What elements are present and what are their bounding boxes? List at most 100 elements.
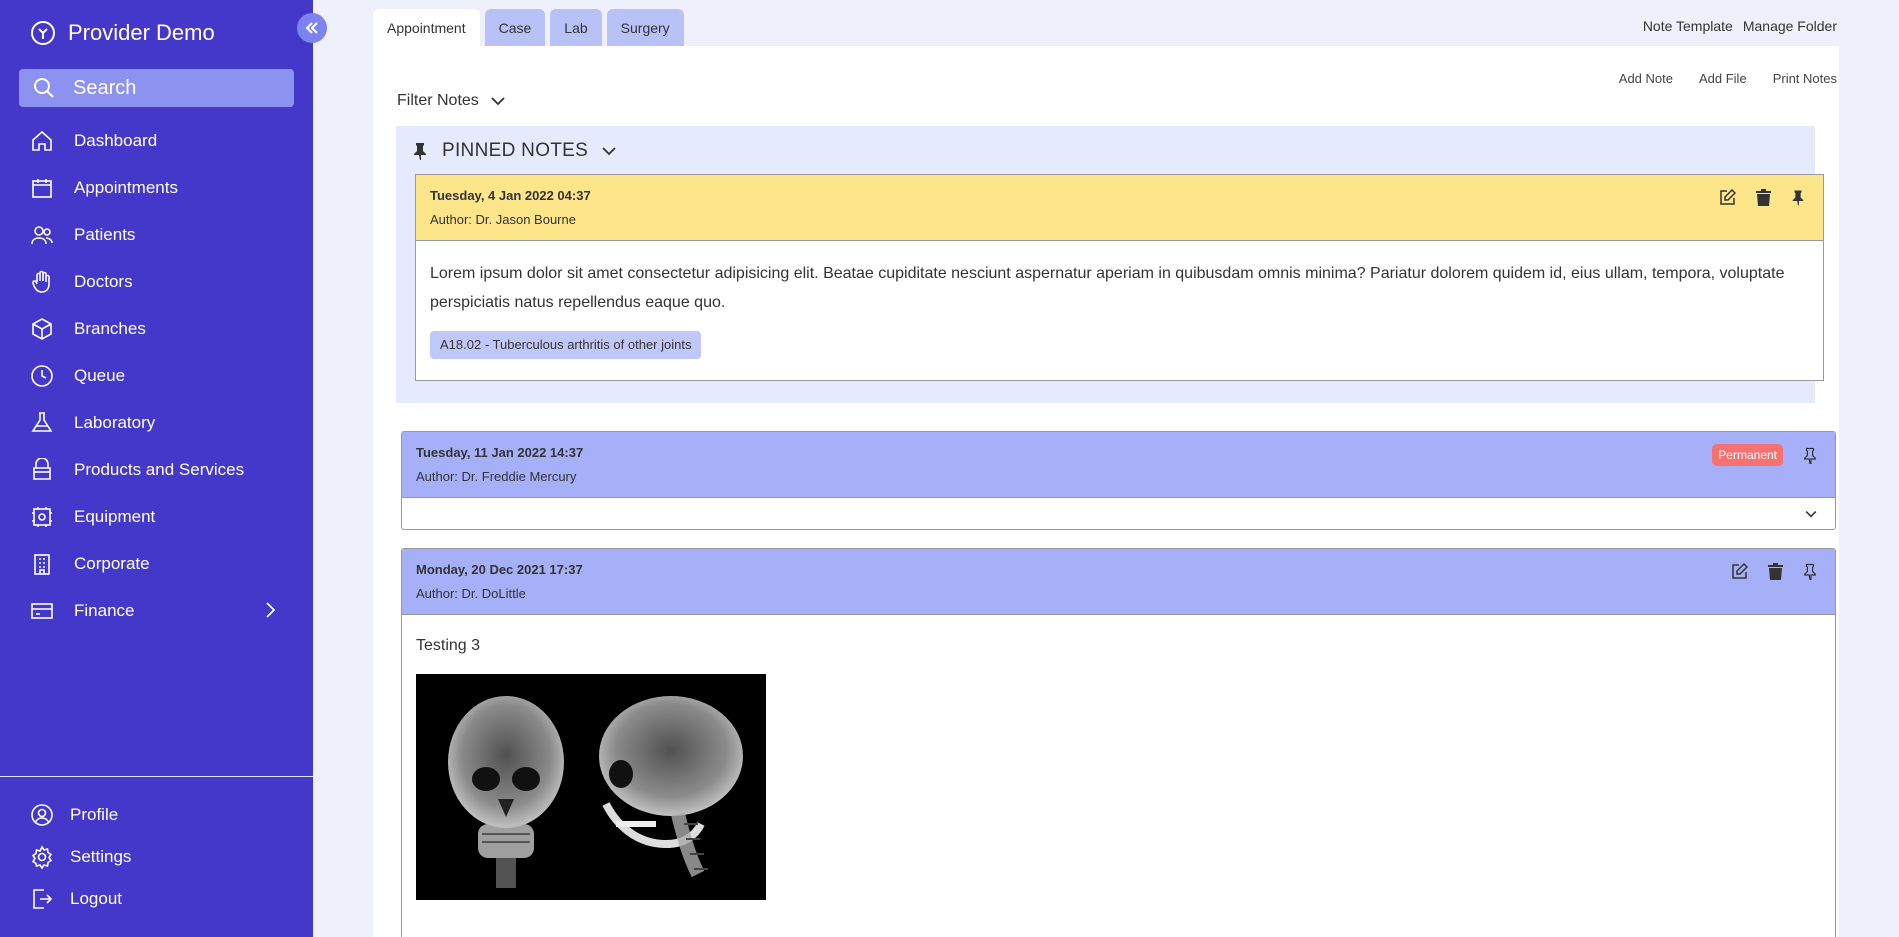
note-author: Author: Dr. Freddie Mercury	[416, 469, 577, 484]
diagnosis-tag: A18.02 - Tuberculous arthritis of other …	[430, 331, 702, 359]
pin-icon[interactable]	[1791, 189, 1805, 206]
hand-icon	[32, 270, 50, 293]
sidebar-item-logout[interactable]: Logout	[0, 878, 131, 920]
sidebar-item-queue[interactable]: Queue	[0, 352, 313, 399]
sidebar-item-doctors[interactable]: Doctors	[0, 258, 313, 305]
filter-notes-label: Filter Notes	[397, 92, 479, 109]
note-text: Testing 3	[416, 637, 481, 654]
pinned-notes-header[interactable]: PINNED NOTES	[412, 140, 616, 162]
sidebar-item-label: Logout	[70, 889, 122, 908]
edit-icon[interactable]	[1731, 563, 1748, 580]
print-notes-button[interactable]: Print Notes	[1773, 71, 1837, 86]
sidebar-item-patients[interactable]: Patients	[0, 211, 313, 258]
note-text: Lorem ipsum dolor sit amet consectetur a…	[430, 265, 1785, 311]
note-card: Tuesday, 11 Jan 2022 14:37 Author: Dr. F…	[401, 431, 1836, 530]
sidebar-item-label: Equipment	[74, 506, 156, 526]
sidebar-item-label: Dashboard	[74, 130, 158, 150]
gear-icon	[31, 845, 53, 869]
sidebar-item-profile[interactable]: Profile	[0, 794, 131, 836]
tab-surgery[interactable]: Surgery	[606, 9, 684, 46]
search-placeholder: Search	[73, 76, 137, 99]
sidebar-item-label: Products and Services	[74, 459, 245, 479]
note-tabs: Appointment Case Lab Surgery	[373, 9, 684, 46]
home-icon	[32, 130, 52, 151]
sidebar-bottom-nav: Profile Settings Logout	[0, 794, 131, 920]
note-icon-group	[1719, 189, 1805, 206]
chevron-down-icon	[1805, 511, 1817, 518]
flask-icon	[31, 411, 53, 432]
tab-case[interactable]: Case	[484, 9, 546, 46]
note-date: Tuesday, 4 Jan 2022 04:37	[430, 188, 591, 203]
logo-icon	[31, 21, 55, 45]
sidebar-item-equipment[interactable]: Equipment	[0, 493, 313, 540]
note-icon-group	[1731, 563, 1817, 580]
sidebar-item-label: Branches	[74, 318, 146, 338]
sidebar-item-dashboard[interactable]: Dashboard	[0, 117, 313, 164]
sidebar-item-label: Patients	[74, 224, 136, 244]
expand-note-button[interactable]	[1805, 505, 1817, 523]
note-author: Author: Dr. DoLittle	[416, 586, 526, 601]
permanent-badge: Permanent	[1712, 444, 1783, 466]
box-icon	[33, 457, 51, 480]
note-date: Monday, 20 Dec 2021 17:37	[416, 562, 583, 577]
pin-outline-icon[interactable]	[1803, 563, 1817, 580]
trash-icon[interactable]	[1756, 189, 1771, 206]
manage-folder-link[interactable]: Manage Folder	[1743, 18, 1837, 34]
sidebar-item-label: Settings	[70, 847, 132, 866]
user-circle-icon	[31, 804, 53, 826]
note-author: Author: Dr. Jason Bourne	[430, 212, 576, 227]
pinned-note-card: Tuesday, 4 Jan 2022 04:37 Author: Dr. Ja…	[415, 174, 1824, 381]
credit-card-icon	[31, 602, 53, 619]
pin-outline-icon[interactable]	[1803, 447, 1817, 464]
sidebar-item-appointments[interactable]: Appointments	[0, 164, 313, 211]
note-body: Testing 3	[402, 615, 1835, 918]
note-date: Tuesday, 11 Jan 2022 14:37	[416, 445, 584, 460]
sidebar-item-label: Doctors	[74, 271, 133, 291]
sidebar-item-label: Queue	[74, 365, 126, 385]
edit-icon[interactable]	[1719, 189, 1736, 206]
collapse-sidebar-button[interactable]	[297, 13, 327, 43]
cube-icon	[32, 317, 52, 340]
double-chevron-left-icon	[305, 22, 318, 34]
users-icon	[31, 225, 53, 244]
clock-icon	[31, 364, 53, 387]
note-icon-group: Permanent	[1712, 444, 1817, 466]
chevron-down-icon	[602, 147, 616, 156]
note-body: Lorem ipsum dolor sit amet consectetur a…	[416, 241, 1823, 377]
cog-box-icon	[32, 506, 52, 527]
top-links: Note Template Manage Folder	[1643, 18, 1837, 34]
sidebar-item-laboratory[interactable]: Laboratory	[0, 399, 313, 446]
logout-icon	[33, 889, 53, 909]
xray-image[interactable]	[416, 674, 766, 900]
building-icon	[34, 553, 50, 575]
filter-notes-dropdown[interactable]: Filter Notes	[397, 92, 505, 110]
tab-lab[interactable]: Lab	[550, 9, 602, 46]
note-card: Monday, 20 Dec 2021 17:37 Author: Dr. Do…	[401, 548, 1836, 937]
add-note-button[interactable]: Add Note	[1619, 71, 1673, 86]
calendar-icon	[32, 178, 52, 198]
skull-xray-illustration	[448, 696, 743, 888]
trash-icon[interactable]	[1768, 563, 1783, 580]
sidebar-item-products-and-services[interactable]: Products and Services	[0, 446, 313, 493]
pin-icon	[414, 143, 426, 160]
app-title: Provider Demo	[68, 20, 215, 45]
sidebar-item-finance[interactable]: Finance	[0, 587, 313, 634]
sidebar-item-corporate[interactable]: Corporate	[0, 540, 313, 587]
sidebar-item-branches[interactable]: Branches	[0, 305, 313, 352]
sidebar-item-label: Profile	[70, 805, 119, 824]
note-header: Tuesday, 11 Jan 2022 14:37 Author: Dr. F…	[402, 432, 1835, 498]
sidebar-item-label: Corporate	[74, 553, 150, 573]
sidebar-divider	[0, 776, 313, 777]
sidebar-nav: Dashboard Appointments Patients Doctors …	[0, 117, 313, 634]
sidebar-item-settings[interactable]: Settings	[0, 836, 131, 878]
sidebar-item-label: Finance	[74, 600, 135, 620]
search-input[interactable]: Search	[19, 69, 294, 107]
add-file-button[interactable]: Add File	[1699, 71, 1747, 86]
note-template-link[interactable]: Note Template	[1643, 18, 1733, 34]
chevron-right-icon	[266, 602, 276, 618]
sidebar-item-label: Laboratory	[74, 412, 156, 432]
tab-appointment[interactable]: Appointment	[373, 9, 480, 46]
pinned-notes-section: PINNED NOTES Tuesday, 4 Jan 2022 04:37 A…	[396, 126, 1824, 403]
sidebar: Provider Demo Search Dashboard Appointme…	[0, 0, 327, 937]
brand[interactable]: Provider Demo	[30, 20, 215, 46]
